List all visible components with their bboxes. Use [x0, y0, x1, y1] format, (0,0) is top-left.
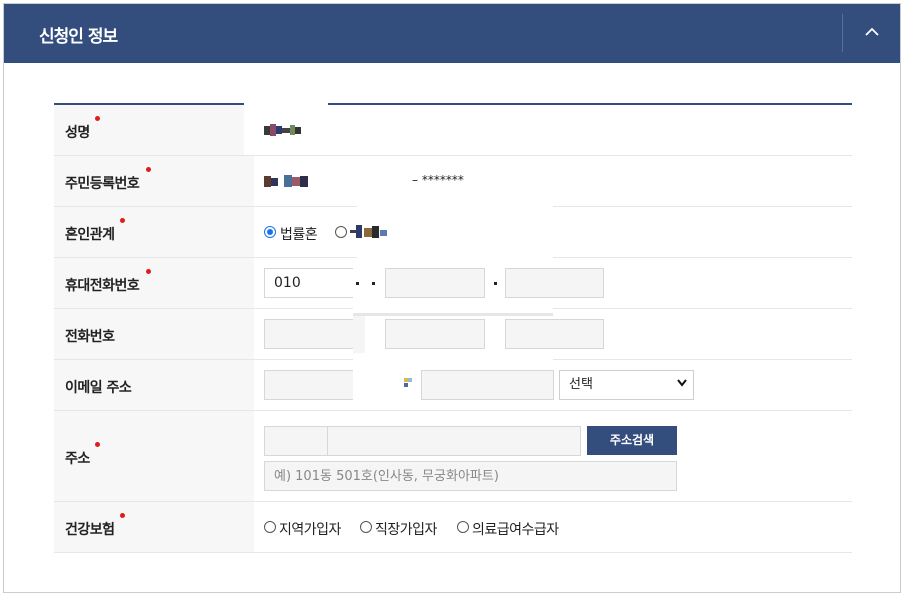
email-domain-select[interactable]: 선택: [559, 370, 694, 400]
separator-dot: [494, 282, 497, 285]
label-cell: 휴대전화번호: [54, 258, 254, 308]
insurance-label: 건강보험: [65, 522, 115, 538]
label-cell: 혼인관계: [54, 207, 254, 257]
insurance-radio-regional[interactable]: [264, 521, 276, 533]
collapse-button[interactable]: [842, 14, 900, 52]
required-dot: [95, 442, 100, 447]
required-dot: [120, 218, 125, 223]
row-insurance: 건강보험 지역가입자 직장가입자 의료급여수급자: [54, 502, 852, 553]
label-cell: 전화번호: [54, 309, 254, 359]
mobile-part1-input[interactable]: 010: [264, 268, 364, 298]
mobile-part3-input[interactable]: [505, 268, 604, 298]
address-label: 주소: [65, 451, 90, 467]
insurance-option-medical-aid: 의료급여수급자: [472, 522, 559, 538]
label-cell: 이메일 주소: [54, 360, 254, 410]
label-cell: 주소: [54, 411, 254, 501]
zipcode-input[interactable]: [264, 426, 328, 456]
required-dot: [95, 116, 100, 121]
rrn-value-redacted: [264, 175, 308, 187]
at-sign-redacted: [404, 378, 412, 387]
insurance-radio-medical-aid[interactable]: [457, 521, 469, 533]
redacted-area: [353, 315, 365, 353]
applicant-form: 성명 주민등록번호 – ******* 혼인관계 법률혼 휴대전화번호 010 …: [54, 103, 852, 553]
label-cell: 주민등록번호: [54, 156, 254, 206]
rrn-masked-suffix: – *******: [412, 173, 464, 187]
row-name: 성명: [54, 103, 852, 156]
address-detail-placeholder: 예) 101동 501호(인사동, 무궁화아파트): [274, 469, 499, 484]
insurance-option-regional: 지역가입자: [279, 522, 341, 538]
applicant-info-panel: 신청인 정보 성명 주민등록번호 – ******* 혼인관계 법률혼 휴대전화…: [3, 3, 901, 593]
name-label: 성명: [65, 125, 90, 141]
chevron-up-icon: [865, 27, 879, 36]
separator-dot: [372, 282, 375, 285]
row-marital: 혼인관계 법률혼: [54, 206, 852, 258]
row-address: 주소 주소검색 예) 101동 501호(인사동, 무궁화아파트): [54, 411, 852, 502]
redacted-area: [353, 313, 553, 316]
required-dot: [120, 513, 125, 518]
mobile-part2-input[interactable]: [385, 268, 485, 298]
phone-part1-input[interactable]: [264, 319, 364, 349]
email-domain-input[interactable]: [421, 370, 554, 400]
marital-radio-other[interactable]: [335, 226, 347, 238]
required-dot: [146, 167, 151, 172]
row-rrn: 주민등록번호 – *******: [54, 156, 852, 208]
label-cell: 건강보험: [54, 502, 254, 552]
chevron-down-icon: [677, 379, 687, 387]
marital-radio-legal[interactable]: [264, 226, 276, 238]
row-email: 이메일 주소 선택: [54, 360, 852, 411]
row-phone: 전화번호: [54, 309, 852, 360]
label-cell: 성명: [54, 105, 254, 155]
separator-dot: [356, 282, 359, 285]
insurance-radio-workplace[interactable]: [360, 521, 372, 533]
row-mobile: 휴대전화번호 010: [54, 258, 852, 309]
marital-option-legal: 법률혼: [280, 227, 318, 243]
name-value-redacted: [264, 124, 301, 136]
address-input[interactable]: [327, 426, 581, 456]
panel-title: 신청인 정보: [39, 27, 118, 47]
phone-part2-input[interactable]: [385, 319, 485, 349]
address-search-button[interactable]: 주소검색: [587, 426, 677, 455]
redacted-area: [353, 370, 403, 400]
phone-part3-input[interactable]: [505, 319, 604, 349]
marital-option-redacted: [350, 225, 387, 238]
email-label: 이메일 주소: [65, 380, 132, 396]
mobile-label: 휴대전화번호: [65, 278, 140, 294]
phone-label: 전화번호: [65, 329, 115, 345]
rrn-label: 주민등록번호: [65, 176, 140, 192]
marital-label: 혼인관계: [65, 227, 115, 243]
panel-header: 신청인 정보: [4, 4, 900, 63]
email-select-value: 선택: [569, 377, 593, 392]
required-dot: [146, 269, 151, 274]
insurance-option-workplace: 직장가입자: [375, 522, 437, 538]
address-detail-input[interactable]: 예) 101동 501호(인사동, 무궁화아파트): [264, 461, 677, 491]
